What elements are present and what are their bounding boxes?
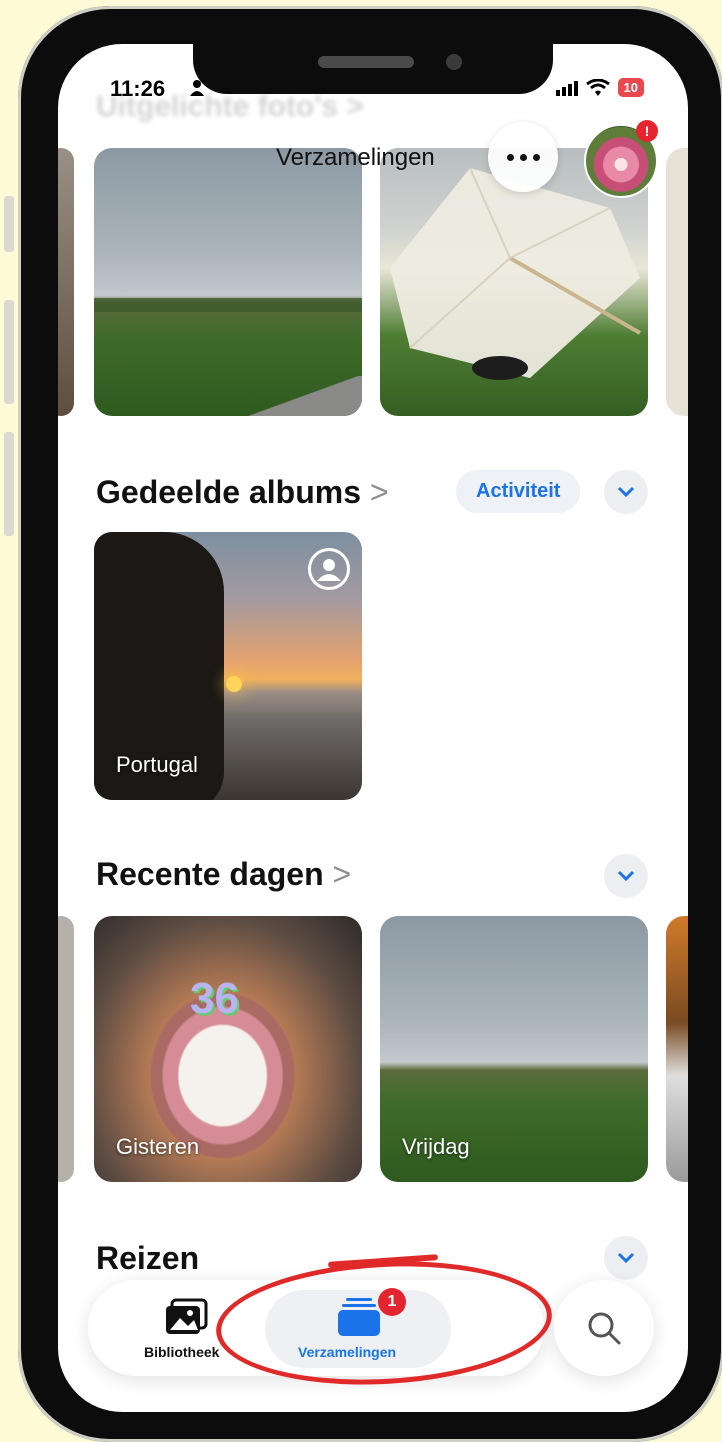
more-options-button[interactable]	[488, 122, 558, 192]
volume-button	[4, 196, 14, 252]
chevron-down-icon	[617, 870, 635, 882]
profile-alert-badge: !	[636, 120, 658, 142]
photo-tile[interactable]	[58, 148, 74, 416]
shared-album-portugal[interactable]: Portugal	[94, 532, 362, 800]
chevron-down-icon	[617, 486, 635, 498]
chevron-right-icon: >	[332, 856, 352, 892]
photo-tile[interactable]	[666, 916, 688, 1182]
recent-day-yesterday[interactable]: 36 Gisteren	[94, 916, 362, 1182]
shared-albums-title[interactable]: Gedeelde albums >	[96, 474, 389, 511]
page-title: Verzamelingen	[276, 144, 435, 171]
activity-button[interactable]: Activiteit	[456, 470, 581, 513]
birthday-candles: 36	[190, 974, 239, 1023]
section-title-text: Recente dagen	[96, 856, 324, 892]
path	[242, 376, 362, 416]
status-time: 11:26	[110, 76, 166, 101]
dot	[532, 153, 540, 161]
day-label: Gisteren	[116, 1134, 200, 1159]
day-label: Vrijdag	[402, 1134, 470, 1159]
search-button[interactable]	[554, 1280, 654, 1376]
collapse-recent-days-button[interactable]	[604, 854, 648, 898]
person-icon	[317, 559, 341, 581]
sun	[226, 676, 242, 692]
speaker-grille	[318, 56, 414, 68]
search-icon	[588, 1312, 621, 1345]
featured-photo[interactable]	[94, 148, 362, 416]
dot	[519, 153, 527, 161]
volume-button	[4, 300, 14, 404]
album-label: Portugal	[116, 752, 198, 777]
front-camera	[446, 54, 462, 70]
wifi-icon	[585, 78, 610, 96]
battery-indicator: 10	[617, 78, 644, 97]
recent-days-title[interactable]: Recente dagen >	[96, 856, 351, 893]
collapse-trips-button[interactable]	[604, 1236, 648, 1280]
photo-tile[interactable]	[58, 916, 74, 1182]
recent-day-friday[interactable]: Vrijdag	[380, 916, 648, 1182]
chevron-right-icon: >	[369, 474, 389, 510]
phone-notch	[193, 30, 553, 94]
collapse-shared-albums-button[interactable]	[604, 470, 648, 514]
photo-library-icon	[166, 1298, 208, 1334]
photo-tile[interactable]	[666, 148, 688, 416]
volume-button	[4, 432, 14, 536]
chevron-down-icon	[617, 1252, 635, 1264]
dot	[506, 153, 514, 161]
trips-title[interactable]: Reizen	[96, 1240, 199, 1277]
tree-line	[94, 298, 362, 312]
signal-icon	[555, 80, 578, 96]
tab-library-label[interactable]: Bibliotheek	[144, 1344, 219, 1360]
section-title-text: Gedeelde albums	[96, 474, 361, 510]
shared-person-icon	[308, 548, 350, 590]
screen: 11:26 10 Uitgelichte foto's > Gedeelde a…	[58, 44, 688, 1412]
status-indicators: 10	[555, 78, 644, 97]
